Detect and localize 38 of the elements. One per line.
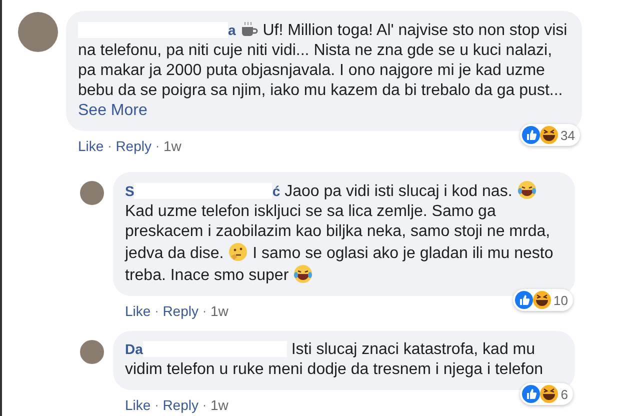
separator-dot: ·: [108, 139, 112, 153]
separator-dot: ·: [154, 304, 159, 318]
separator-dot: ·: [202, 304, 206, 318]
separator-dot: ·: [155, 139, 160, 153]
like-icon: [514, 291, 533, 309]
reaction-count: 6: [560, 386, 568, 402]
action-link[interactable]: Reply: [116, 138, 152, 154]
timestamp[interactable]: 1w: [210, 303, 228, 319]
action-link[interactable]: Reply: [162, 303, 198, 319]
avatar[interactable]: [18, 12, 58, 52]
laughing-tears-emoji-icon: [516, 180, 537, 200]
action-link[interactable]: Like: [78, 138, 104, 154]
laughing-face-icon: [540, 126, 558, 144]
reaction-summary[interactable]: 6: [520, 383, 573, 405]
comment-text: Da Isti slucaj znaci katastrofa, kad mu vidim telefon u ruke meni dodje da tresnem i njega i telefon: [125, 340, 544, 380]
laughing-face-icon: [540, 385, 558, 403]
comment-text: S ć Jaoo pa vidi isti slucaj i kod nas. Kad uzme telefon iskljuci se sa lica zemlje. Samo ga preskacem i zaobilazim kao biljka neka, samo stoji ne mrda, jedva da dise. I samo se oglasi ako je gladan ili mu nesto treba. Inace smo super: [125, 180, 563, 286]
thinking-face-icon: [228, 242, 248, 262]
avatar[interactable]: [80, 340, 104, 364]
reaction-summary[interactable]: 34: [520, 124, 580, 146]
action-link[interactable]: Like: [125, 303, 151, 319]
laughing-tears-emoji-icon: [293, 264, 314, 284]
reaction-count: 10: [554, 292, 568, 308]
reaction-summary[interactable]: 10: [512, 289, 573, 311]
comment-text: a Uf! Million toga! Al' najvise sto non stop visi na telefonu, pa niti cuje niti vidi... Nista ne zna gde se u kuci nalazi, pa makar ja 2000 puta objasnjavala. I ono najgore mi je kad uzme bebu da se poigra sa njim, iako mu kazem da bi trebalo da ga pust... See More: [78, 20, 568, 121]
separator-dot: ·: [202, 398, 206, 412]
action-link[interactable]: Reply: [162, 397, 198, 413]
see-more-link[interactable]: See More: [78, 102, 148, 119]
coffee-cup-icon: [240, 21, 258, 37]
timestamp[interactable]: 1w: [210, 397, 228, 413]
like-icon: [522, 126, 540, 144]
laughing-face-icon: [532, 291, 551, 309]
like-icon: [522, 385, 540, 403]
action-link[interactable]: Like: [125, 397, 151, 413]
timestamp[interactable]: 1w: [163, 138, 182, 154]
separator-dot: ·: [154, 398, 159, 412]
reaction-count: 34: [560, 128, 575, 142]
avatar[interactable]: [80, 181, 104, 205]
